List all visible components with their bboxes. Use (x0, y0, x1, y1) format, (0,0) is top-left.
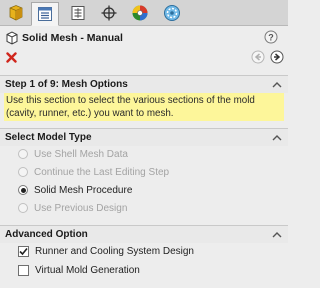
radio-button[interactable] (18, 167, 28, 177)
model-type-title: Select Model Type (5, 132, 92, 143)
panel-tab-bar (0, 0, 288, 26)
tab-property-manager[interactable] (31, 2, 59, 26)
tab-featuremanager[interactable] (2, 2, 30, 24)
checkmark-icon (19, 247, 28, 255)
radio-button[interactable] (18, 149, 28, 159)
property-manager-icon (38, 7, 52, 21)
chevron-up-icon[interactable] (272, 134, 282, 141)
radio-button[interactable] (18, 203, 28, 213)
property-header: Solid Mesh - Manual ? (0, 26, 288, 72)
tab-display-manager[interactable] (126, 2, 154, 24)
plastics-manager-icon (164, 5, 180, 21)
step-title: Step 1 of 9: Mesh Options (5, 79, 128, 90)
radio-label: Use Shell Mesh Data (34, 148, 128, 160)
radio-label: Use Previous Design (34, 202, 128, 214)
chevron-up-icon[interactable] (272, 81, 282, 88)
radio-use-previous-design[interactable]: Use Previous Design (18, 200, 127, 216)
checkbox-unchecked[interactable] (18, 264, 29, 276)
back-arrow-icon[interactable] (251, 50, 265, 64)
featuremanager-icon (9, 5, 23, 21)
next-arrow-icon[interactable] (270, 50, 284, 64)
radio-label: Solid Mesh Procedure (34, 184, 133, 196)
checkbox-checked[interactable] (18, 245, 29, 257)
tab-configuration-manager[interactable] (64, 2, 92, 24)
dimxpert-icon (101, 5, 117, 21)
tab-dimxpert[interactable] (95, 2, 123, 24)
help-icon[interactable]: ? (264, 30, 278, 44)
cancel-close-icon[interactable] (6, 52, 17, 63)
model-type-section-header[interactable]: Select Model Type (0, 128, 288, 146)
step-help-note: Use this section to select the various s… (4, 93, 284, 121)
chevron-up-icon[interactable] (272, 231, 282, 238)
tab-plastics-manager[interactable] (158, 2, 186, 24)
radio-use-shell-mesh-data[interactable]: Use Shell Mesh Data (18, 146, 128, 162)
checkbox-runner-cooling-design[interactable]: Runner and Cooling System Design (18, 243, 194, 259)
configuration-manager-icon (71, 6, 85, 20)
radio-continue-last-editing-step[interactable]: Continue the Last Editing Step (18, 164, 169, 180)
svg-text:?: ? (268, 33, 274, 43)
checkbox-label: Virtual Mold Generation (35, 264, 140, 276)
checkbox-label: Runner and Cooling System Design (35, 245, 194, 257)
display-manager-icon (132, 5, 148, 21)
radio-button-selected[interactable] (18, 185, 28, 195)
page-title: Solid Mesh - Manual (22, 32, 123, 44)
step-section-header[interactable]: Step 1 of 9: Mesh Options (0, 75, 288, 93)
radio-solid-mesh-procedure[interactable]: Solid Mesh Procedure (18, 182, 132, 198)
checkbox-virtual-mold-generation[interactable]: Virtual Mold Generation (18, 262, 140, 278)
advanced-title: Advanced Option (5, 229, 88, 240)
radio-label: Continue the Last Editing Step (34, 166, 170, 178)
advanced-section-header[interactable]: Advanced Option (0, 225, 288, 243)
solid-part-icon (6, 31, 18, 45)
